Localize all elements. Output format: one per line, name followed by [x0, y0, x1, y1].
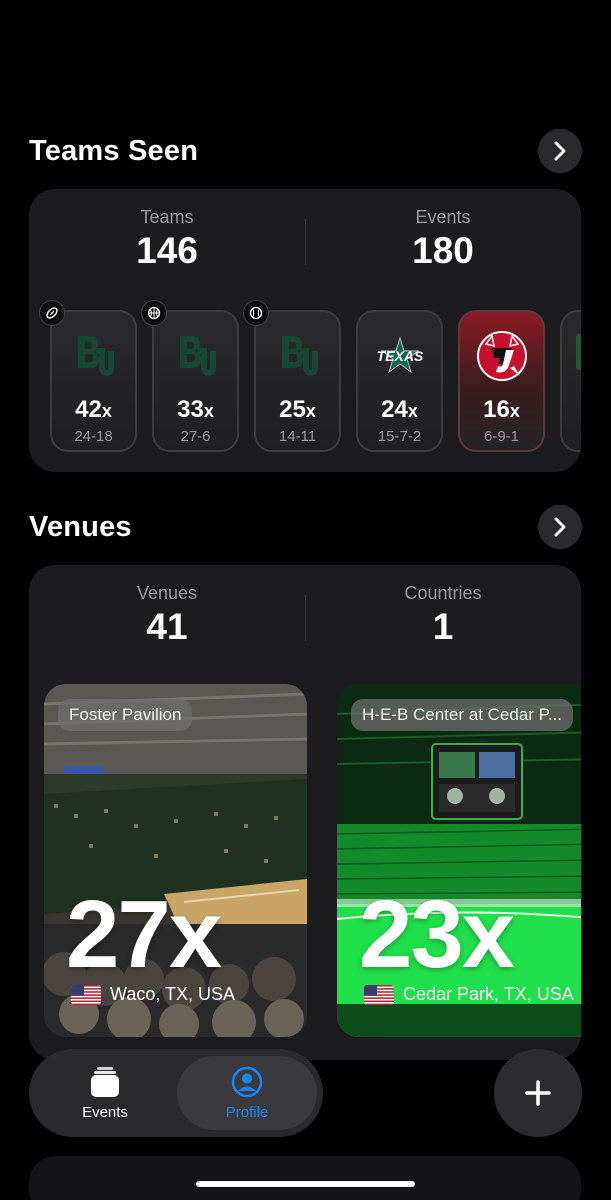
team-tile[interactable]: [560, 310, 581, 452]
chevron-right-icon: [554, 141, 566, 161]
events-stat-label: Events: [415, 207, 471, 227]
events-stat: Events 180: [305, 207, 581, 287]
tab-profile[interactable]: Profile: [177, 1056, 317, 1130]
venue-location: Waco, TX, USA: [71, 984, 235, 1005]
tab-events[interactable]: Events: [35, 1056, 175, 1130]
venue-visit-count: 27x: [66, 881, 222, 988]
tab-bar: Events Profile: [29, 1049, 323, 1137]
football-icon: [39, 300, 65, 326]
baylor-logo: [256, 330, 339, 382]
tile-count: 33x: [177, 396, 214, 423]
tile-record: 15-7-2: [377, 428, 422, 445]
teams-stats: Teams 146 Events 180: [29, 207, 581, 287]
tile-record: 14-11: [278, 428, 317, 445]
venues-stat: Venues 41: [29, 583, 305, 663]
tab-profile-label: Profile: [225, 1103, 269, 1121]
venues-stat-value: 41: [146, 606, 188, 647]
venues-title: Venues: [29, 510, 132, 543]
tile-count: 24x: [381, 396, 418, 423]
team-tile[interactable]: TEXAS 24x 15-7-2: [356, 310, 443, 452]
baseball-icon: [243, 300, 269, 326]
texas-stars-logo: TEXAS: [358, 330, 441, 382]
teams-stat-value: 146: [136, 230, 198, 271]
venues-stat-label: Venues: [136, 583, 198, 603]
next-section-card: [29, 1156, 581, 1200]
chevron-right-icon: [554, 517, 566, 537]
team-tile[interactable]: 42x 24-18: [50, 310, 137, 452]
baylor-logo: [154, 330, 237, 382]
events-stat-value: 180: [412, 230, 474, 271]
tile-record: 24-18: [74, 428, 113, 445]
teams-stat: Teams 146: [29, 207, 305, 287]
countries-stat-value: 1: [432, 606, 454, 647]
venue-location-text: Cedar Park, TX, USA: [403, 984, 574, 1004]
tile-count: 25x: [279, 396, 316, 423]
tile-count: 16x: [483, 396, 520, 423]
teams-seen-title: Teams Seen: [29, 134, 199, 167]
countries-stat: Countries 1: [305, 583, 581, 663]
teams-seen-chevron-button[interactable]: [538, 129, 582, 173]
venue-name-pill: H-E-B Center at Cedar P...: [351, 699, 573, 731]
stack-icon: [91, 1066, 119, 1097]
team-logo-partial: [576, 334, 581, 370]
home-indicator: [196, 1181, 415, 1187]
tile-record: 6-9-1: [483, 428, 520, 445]
teams-card[interactable]: Teams 146 Events 180 42x 24-18 33x 27-6: [29, 189, 581, 472]
teams-stat-label: Teams: [140, 207, 194, 227]
basketball-icon: [141, 300, 167, 326]
venue-name-pill: Foster Pavilion: [58, 699, 193, 731]
venues-stats: Venues 41 Countries 1: [29, 583, 581, 663]
venues-header: Venues: [29, 505, 582, 549]
countries-stat-label: Countries: [404, 583, 482, 603]
team-tile[interactable]: 33x 27-6: [152, 310, 239, 452]
venue-location-text: Waco, TX, USA: [110, 984, 236, 1004]
plus-icon: [525, 1080, 551, 1106]
tile-record: 27-6: [180, 428, 211, 445]
tab-events-label: Events: [82, 1103, 128, 1121]
team-tile[interactable]: 25x 14-11: [254, 310, 341, 452]
venue-card[interactable]: Foster Pavilion 27x Waco, TX, USA: [44, 684, 307, 1037]
tile-count: 42x: [75, 396, 112, 423]
svg-text:TEXAS: TEXAS: [376, 348, 423, 364]
add-button[interactable]: [494, 1049, 582, 1137]
venue-visit-count: 23x: [359, 881, 515, 988]
venues-card[interactable]: Venues 41 Countries 1 Foster Pavilion 27…: [29, 565, 581, 1060]
us-flag-icon: [364, 984, 394, 1005]
venues-chevron-button[interactable]: [538, 505, 582, 549]
stat-divider: [305, 595, 306, 641]
new-jersey-devils-logo: [460, 330, 543, 382]
baylor-logo: [52, 330, 135, 382]
stat-divider: [305, 219, 306, 265]
venue-card[interactable]: H-E-B Center at Cedar P... 23x Cedar Par…: [337, 684, 581, 1037]
venue-location: Cedar Park, TX, USA: [364, 984, 574, 1005]
teams-seen-header: Teams Seen: [29, 129, 582, 173]
person-circle-icon: [231, 1066, 263, 1097]
us-flag-icon: [71, 984, 101, 1005]
team-tile[interactable]: 16x 6-9-1: [458, 310, 545, 452]
